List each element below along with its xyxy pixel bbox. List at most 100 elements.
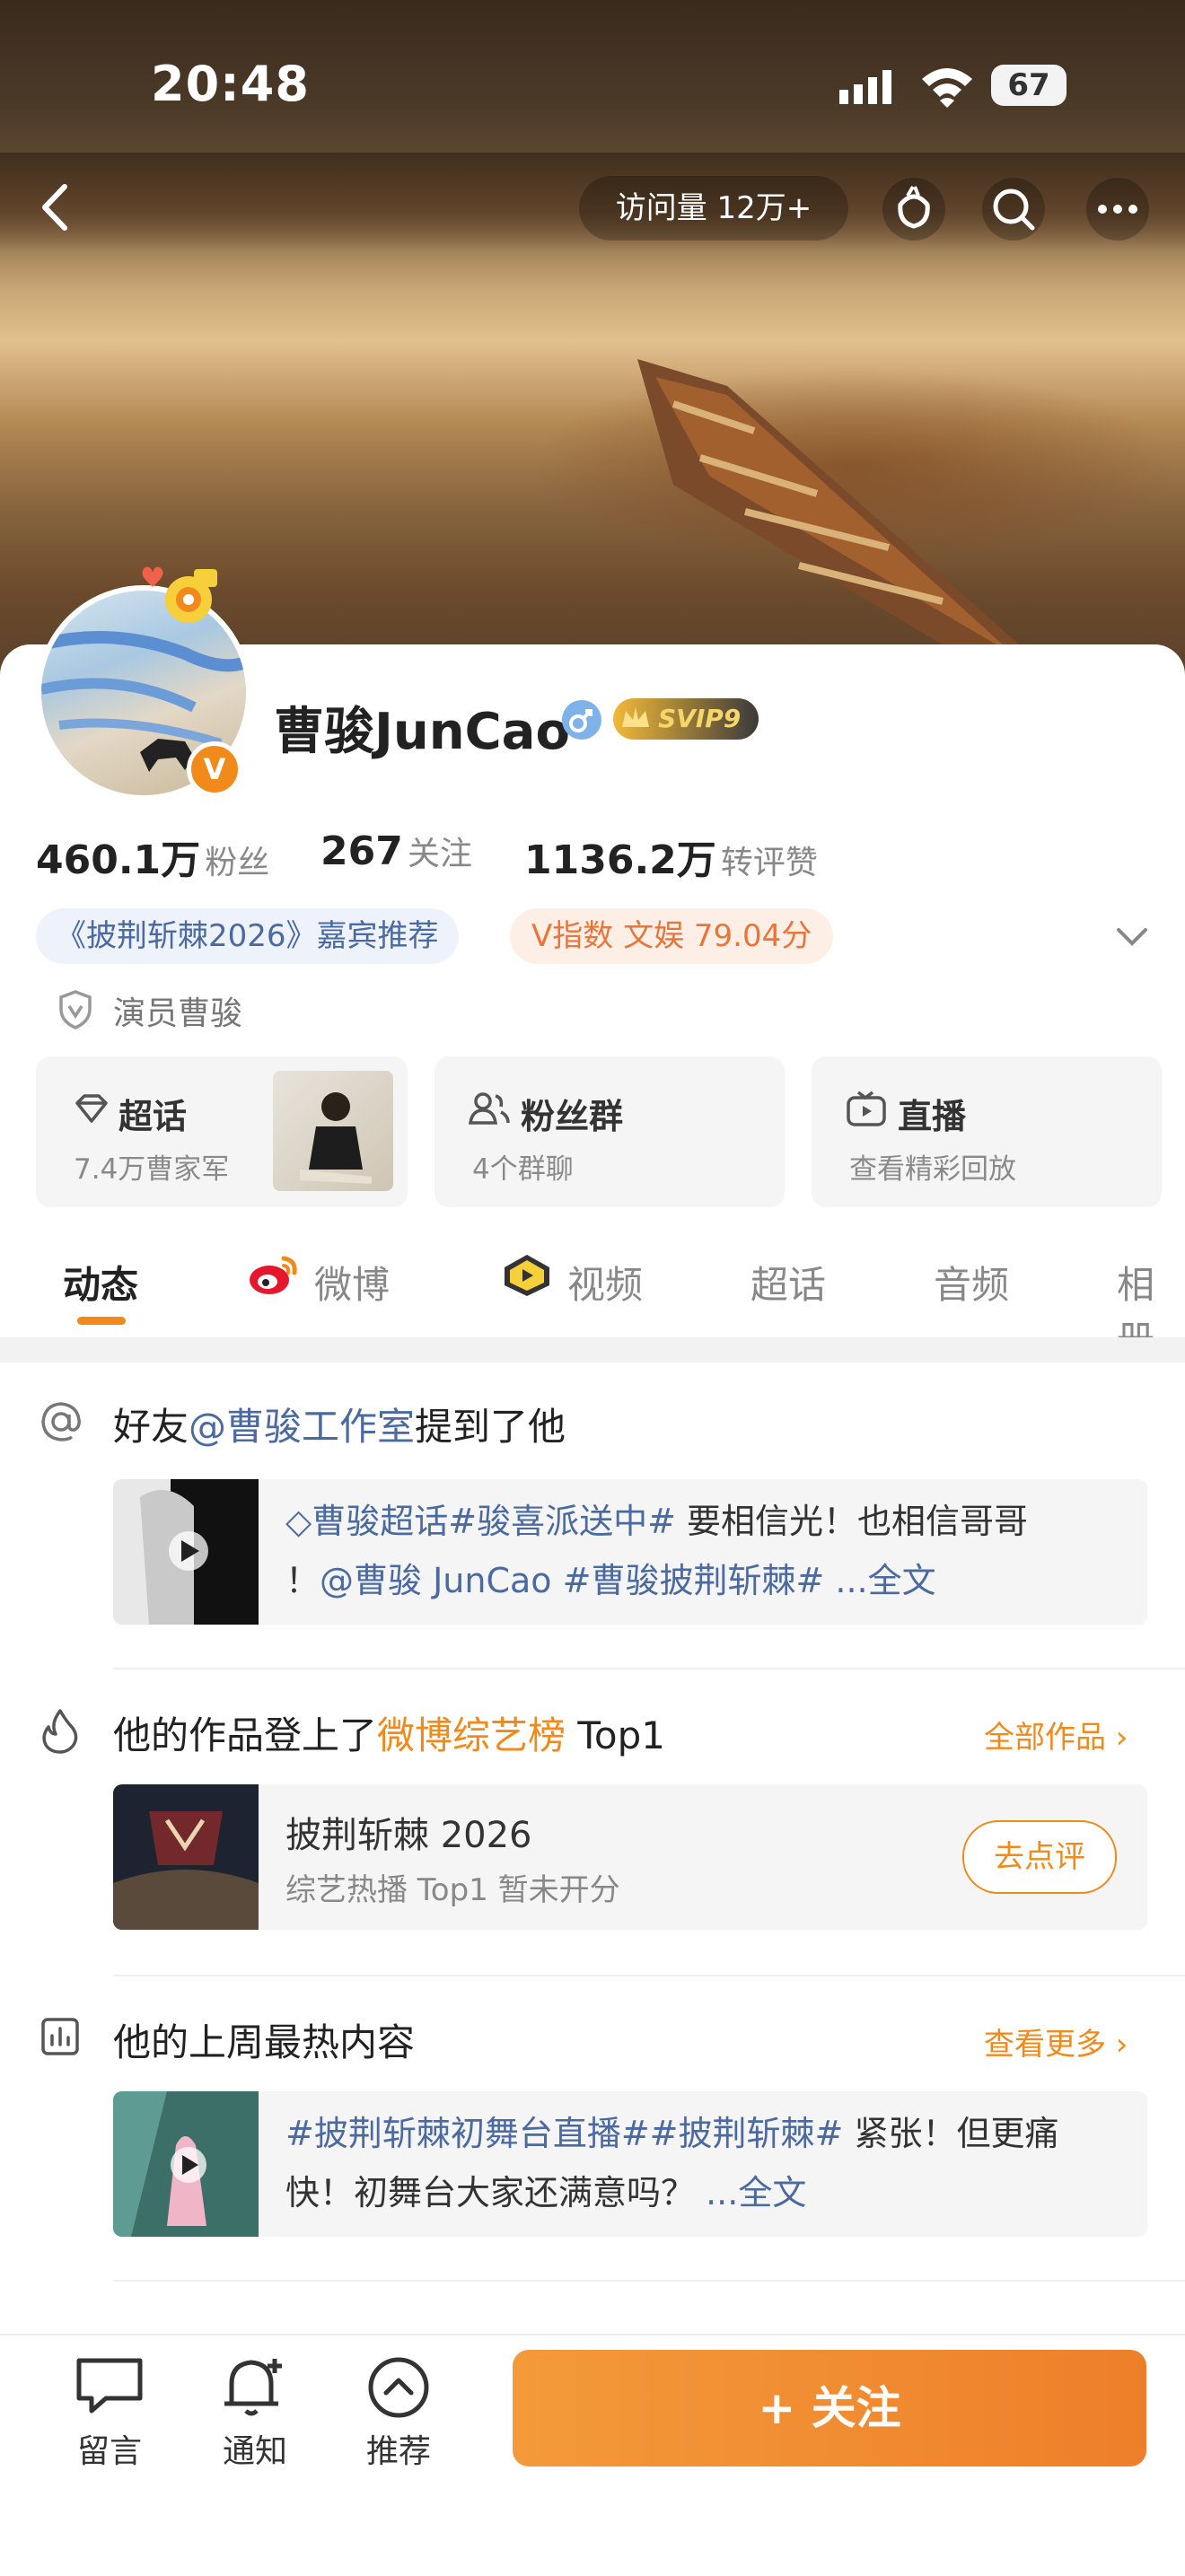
hot-video-thumb[interactable]	[113, 2091, 259, 2237]
mention-handle[interactable]: @曹骏工作室	[189, 1405, 415, 1449]
fan-group-icon	[469, 1092, 510, 1125]
tab-active-indicator	[77, 1317, 126, 1325]
following-count: 267	[320, 828, 403, 874]
search-icon	[993, 188, 1035, 231]
hot-post-card[interactable]: #披荆斩棘初舞台直播##披荆斩棘# 紧张！但更痛 快！初舞台大家还满意吗？ ..…	[113, 2091, 1147, 2237]
recommend-icon[interactable]	[366, 2355, 431, 2420]
gift-icon	[898, 185, 930, 229]
all-works-link[interactable]: 全部作品 ›	[984, 1713, 1128, 1757]
back-icon[interactable]	[25, 176, 88, 239]
see-more-link[interactable]: 查看更多 ›	[984, 2020, 1128, 2063]
rate-button[interactable]: 去点评	[962, 1820, 1117, 1894]
works-title: 他的作品登上了微博综艺榜 Top1	[113, 1705, 665, 1760]
show-poster[interactable]	[113, 1784, 259, 1930]
cover-canoe	[637, 359, 1041, 682]
comment-icon[interactable]	[74, 2355, 145, 2418]
mention-line2-link[interactable]: @曹骏 JunCao #曹骏披荆斩棘#	[320, 1561, 824, 1600]
diamond-icon	[75, 1094, 108, 1123]
tab-video[interactable]: 视频	[567, 1255, 643, 1310]
mention-read-more[interactable]: ...全文	[824, 1561, 935, 1600]
tab-audio[interactable]: 音频	[934, 1255, 1009, 1310]
mention-line-2: ！@曹骏 JunCao #曹骏披荆斩棘# ...全文	[285, 1551, 936, 1610]
message-label[interactable]: 留言	[56, 2425, 163, 2472]
fan-group-title: 粉丝群	[521, 1097, 624, 1136]
feed-divider	[113, 1668, 1185, 1669]
mention-post-card[interactable]: ◇曹骏超话#骏喜派送中# 要相信光！也相信哥哥 ！@曹骏 JunCao #曹骏披…	[113, 1479, 1147, 1625]
super-topic-thumb-image	[300, 1092, 372, 1184]
live-sub: 查看精彩回放	[849, 1153, 1016, 1186]
mention-line-1: ◇曹骏超话#骏喜派送中# 要相信光！也相信哥哥	[285, 1492, 1028, 1551]
mention-suffix: 提到了他	[415, 1405, 566, 1449]
diamond-small-icon: ◇	[285, 1502, 312, 1541]
live-box[interactable]: 直播 查看精彩回放	[812, 1056, 1162, 1207]
hot-title: 他的上周最热内容	[113, 2020, 416, 2064]
recommend-label[interactable]: 推荐	[345, 2425, 452, 2472]
svip-label: SVIP9	[658, 704, 742, 733]
feed-divider	[113, 1975, 1185, 1976]
tab-dynamics[interactable]: 动态	[63, 1255, 138, 1310]
reposts-count: 1136.2万	[524, 837, 716, 883]
mention-title: 好友@曹骏工作室提到了他	[113, 1397, 566, 1451]
tab-weibo[interactable]: 微博	[314, 1255, 390, 1310]
tab-super-topic[interactable]: 超话	[750, 1255, 826, 1310]
mention-video-thumb[interactable]	[113, 1479, 259, 1625]
fan-group-box[interactable]: 粉丝群 4个群聊	[434, 1056, 785, 1207]
status-time: 20:48	[151, 56, 310, 112]
at-icon	[41, 1402, 81, 1441]
show-title: 披荆斩棘 2026	[285, 1815, 532, 1856]
profile-name: 曹骏JunCao	[274, 703, 570, 761]
tv-icon	[847, 1091, 886, 1126]
show-sub: 综艺热播 Top1 暂未开分	[285, 1872, 620, 1908]
role-label: 演员曹骏	[113, 995, 243, 1032]
v-index-tag[interactable]: V指数 文娱 79.04分	[510, 908, 834, 964]
fans-count: 460.1万	[36, 837, 201, 883]
visits-badge[interactable]: 访问量 12万+	[579, 176, 848, 241]
mention-topic-link[interactable]: 曹骏超话#骏喜派送中#	[312, 1502, 676, 1541]
stat-reposts[interactable]: 1136.2万 转评赞	[524, 828, 818, 885]
guest-tag[interactable]: 《披荆斩棘2026》嘉宾推荐	[36, 908, 459, 964]
mention-line2-prefix: ！	[285, 1561, 320, 1600]
works-prefix: 他的作品登上了	[113, 1713, 378, 1757]
stat-fans[interactable]: 460.1万 粉丝	[36, 828, 269, 885]
chevron-down-icon[interactable]	[1110, 919, 1154, 955]
bar-chart-icon	[41, 2018, 79, 2055]
verified-v-icon: V	[187, 741, 242, 797]
shield-v-icon	[59, 990, 92, 1030]
crown-icon	[622, 707, 649, 727]
super-topic-box[interactable]: 超话 7.4万曹家军	[36, 1056, 408, 1207]
mention-line1-text: 要相信光！也相信哥哥	[675, 1502, 1029, 1541]
hot-line-1: #披荆斩棘初舞台直播##披荆斩棘# 紧张！但更痛	[285, 2104, 1058, 2163]
avatar-pendant-icon	[142, 566, 217, 623]
gift-button[interactable]	[882, 178, 945, 241]
follow-button[interactable]: + 关注	[513, 2350, 1146, 2466]
flame-icon	[42, 1709, 78, 1754]
fans-label: 粉丝	[205, 845, 270, 881]
works-card[interactable]: 披荆斩棘 2026 综艺热播 Top1 暂未开分 去点评	[113, 1784, 1147, 1930]
hot-read-more[interactable]: ...全文	[706, 2173, 806, 2212]
super-topic-sub: 7.4万曹家军	[74, 1153, 230, 1186]
live-title: 直播	[898, 1097, 967, 1136]
weibo-logo-icon	[250, 1256, 297, 1294]
works-suffix: Top1	[566, 1713, 665, 1757]
more-icon	[1098, 205, 1137, 214]
works-highlight[interactable]: 微博综艺榜	[377, 1713, 566, 1757]
video-tab-icon	[505, 1255, 549, 1296]
feed-divider	[113, 2280, 1185, 2282]
super-topic-thumb	[273, 1071, 393, 1191]
hot-line2-text: 快！初舞台大家还满意吗？	[285, 2173, 707, 2212]
male-gender-icon	[562, 700, 601, 740]
battery-indicator: 67	[991, 65, 1066, 106]
hot-line1-text: 紧张！但更痛	[843, 2114, 1059, 2153]
svip-badge[interactable]: SVIP9	[613, 698, 759, 740]
section-separator	[0, 1337, 1185, 1362]
more-button[interactable]	[1086, 178, 1149, 241]
fan-group-sub: 4个群聊	[472, 1153, 574, 1186]
stat-following[interactable]: 267 关注	[320, 828, 472, 874]
bell-icon[interactable]	[219, 2352, 291, 2420]
search-button[interactable]	[982, 178, 1045, 241]
hot-topic-link[interactable]: #披荆斩棘初舞台直播##披荆斩棘#	[285, 2114, 843, 2153]
hot-line-2: 快！初舞台大家还满意吗？ ...全文	[285, 2163, 806, 2222]
notify-label[interactable]: 通知	[201, 2425, 309, 2472]
mention-prefix: 好友	[113, 1405, 189, 1449]
reposts-label: 转评赞	[720, 845, 818, 881]
